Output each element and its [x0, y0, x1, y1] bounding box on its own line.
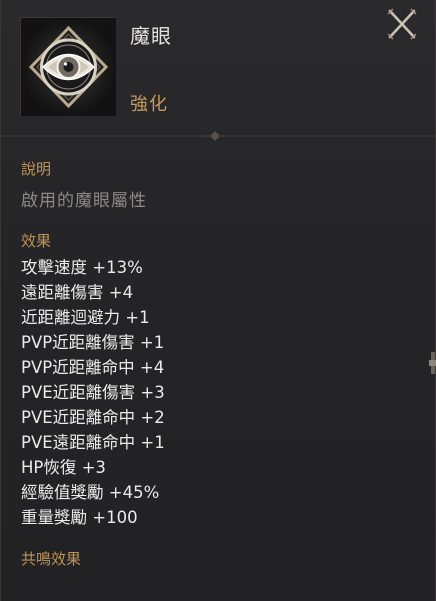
effect-item: PVP近距離命中 +4	[21, 358, 165, 377]
description-text: 啟用的魔眼屬性	[21, 191, 147, 211]
effect-item: PVE近距離命中 +2	[21, 408, 165, 427]
item-icon-frame	[20, 17, 116, 116]
item-tooltip-panel: 魔眼 強化 說明 啟用的魔眼屬性 效果 攻擊速度 +13% 遠距離傷害 +4 近…	[0, 0, 436, 601]
item-title: 魔眼	[130, 24, 172, 48]
eye-emblem-icon	[21, 18, 116, 116]
header-divider	[1, 127, 436, 141]
close-x-icon	[387, 8, 417, 40]
close-button[interactable]	[384, 6, 420, 42]
effect-item: 經驗值獎勵 +45%	[21, 483, 160, 502]
description-label: 說明	[21, 160, 52, 178]
effect-item: PVP近距離傷害 +1	[21, 333, 165, 352]
effect-item: HP恢復 +3	[21, 458, 106, 477]
effect-item: 近距離迴避力 +1	[21, 308, 150, 327]
panel-edge-marker	[429, 352, 436, 374]
effect-item: PVE遠距離命中 +1	[21, 433, 165, 452]
effects-label: 效果	[21, 232, 52, 250]
effect-item: 遠距離傷害 +4	[21, 283, 134, 302]
effect-item: 重量獎勵 +100	[21, 508, 138, 527]
effect-item: PVE近距離傷害 +3	[21, 383, 165, 402]
enhance-button[interactable]: 強化	[130, 90, 168, 116]
resonance-label: 共鳴效果	[21, 550, 82, 568]
effect-item: 攻擊速度 +13%	[21, 258, 143, 277]
effects-list: 攻擊速度 +13% 遠距離傷害 +4 近距離迴避力 +1 PVP近距離傷害 +1…	[21, 255, 165, 530]
